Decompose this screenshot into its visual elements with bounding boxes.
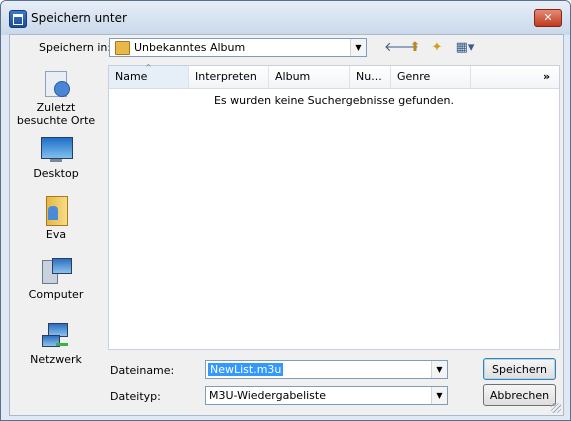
place-label: Eva	[45, 228, 67, 241]
place-label: Zuletzt besuchte Orte	[16, 101, 96, 127]
save-button[interactable]: Speichern	[483, 358, 556, 380]
place-desktop[interactable]: Desktop	[10, 135, 102, 180]
user-folder-icon	[40, 196, 72, 226]
file-list[interactable]: Name ^ Interpreten Album Nu... Genre » E…	[108, 63, 560, 350]
location-value: Unbekanntes Album	[134, 41, 246, 54]
column-genre[interactable]: Genre	[391, 66, 471, 88]
filename-value: NewList.m3u	[208, 363, 284, 376]
network-icon	[40, 321, 72, 351]
column-album[interactable]: Album	[269, 66, 350, 88]
chevron-down-icon[interactable]: ▼	[431, 387, 447, 404]
location-label: Speichern in:	[39, 41, 112, 54]
place-label: Computer	[28, 288, 84, 301]
place-network[interactable]: Netzwerk	[10, 321, 102, 366]
filename-input[interactable]: NewList.m3u ▼	[205, 360, 448, 379]
recent-places-icon	[40, 69, 72, 99]
more-columns-icon[interactable]: »	[537, 66, 559, 88]
new-folder-icon[interactable]: ✦	[428, 40, 446, 56]
empty-message: Es wurden keine Suchergebnisse gefunden.	[213, 94, 455, 107]
place-eva[interactable]: Eva	[10, 196, 102, 241]
location-combo[interactable]: Unbekanntes Album ▼	[109, 38, 367, 57]
title-bar[interactable]: Speichern unter ✕	[1, 1, 570, 35]
place-label: Desktop	[33, 167, 79, 180]
filename-label: Dateiname:	[110, 364, 175, 377]
chevron-down-icon[interactable]: ▼	[350, 39, 366, 56]
dialog-body: Speichern in: Unbekanntes Album ▼ 🡐 ⬆ ✦ …	[9, 34, 564, 416]
column-number[interactable]: Nu...	[350, 66, 391, 88]
places-bar: Zuletzt besuchte Orte Desktop Eva Comput…	[10, 59, 102, 409]
views-menu-icon[interactable]: ▦▾	[452, 40, 478, 56]
sort-ascending-icon: ^	[145, 63, 152, 72]
place-recent[interactable]: Zuletzt besuchte Orte	[10, 69, 102, 127]
column-interpreten[interactable]: Interpreten	[189, 66, 269, 88]
window-title: Speichern unter	[31, 11, 127, 25]
chevron-down-icon[interactable]: ▼	[431, 361, 447, 378]
app-icon	[9, 10, 27, 28]
cancel-button[interactable]: Abbrechen	[483, 384, 556, 406]
filetype-combo[interactable]: M3U-Wiedergabeliste ▼	[205, 386, 448, 405]
back-icon[interactable]: 🡐	[384, 40, 419, 56]
up-folder-icon[interactable]: ⬆	[406, 40, 424, 56]
place-computer[interactable]: Computer	[10, 256, 102, 301]
computer-icon	[40, 256, 72, 286]
close-button[interactable]: ✕	[534, 9, 562, 27]
desktop-icon	[40, 135, 73, 165]
column-header: Name ^ Interpreten Album Nu... Genre »	[109, 63, 559, 89]
folder-icon	[115, 41, 130, 55]
place-label: Netzwerk	[30, 353, 82, 366]
filetype-label: Dateityp:	[110, 390, 161, 403]
resize-grip[interactable]	[551, 403, 561, 413]
save-dialog: Speichern unter ✕ Speichern in: Unbekann…	[0, 0, 571, 421]
filetype-value: M3U-Wiedergabeliste	[209, 389, 326, 402]
